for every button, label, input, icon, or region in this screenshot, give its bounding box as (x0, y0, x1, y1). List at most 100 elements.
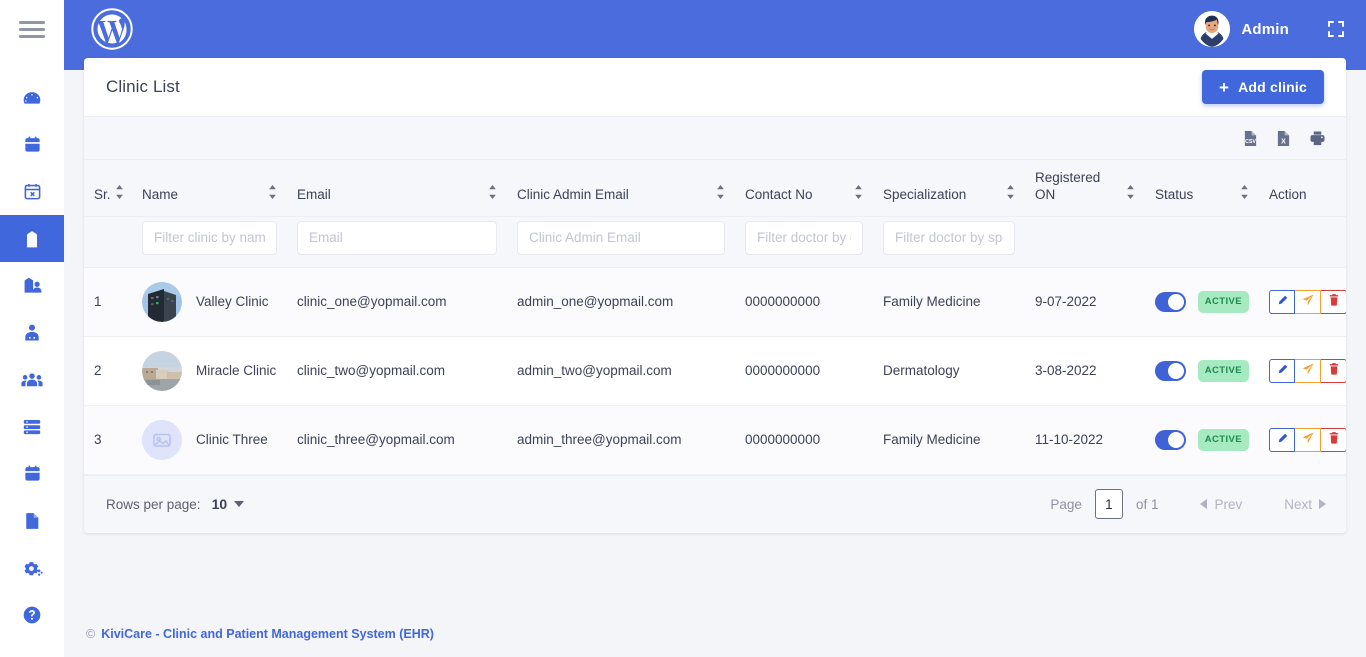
export-csv-icon[interactable]: CSV (1243, 130, 1258, 147)
clinic-name: Miracle Clinic (196, 362, 277, 378)
table-toolbar: CSV X (84, 116, 1346, 160)
send-button[interactable] (1295, 427, 1321, 452)
sidebar-item-help[interactable] (0, 591, 64, 638)
col-label: Clinic Admin Email (517, 186, 629, 202)
print-icon[interactable] (1309, 130, 1326, 147)
prev-page-button[interactable]: Prev (1200, 497, 1242, 512)
paper-plane-icon (1302, 292, 1314, 312)
status-toggle[interactable] (1155, 291, 1186, 312)
filter-cell-registered-on (1025, 216, 1145, 268)
col-header-specialization[interactable]: Specialization (873, 160, 1025, 217)
hamburger-menu-button[interactable] (0, 0, 64, 58)
filter-name-input[interactable] (142, 220, 277, 255)
cell-registered-on: 11-10-2022 (1025, 405, 1145, 475)
content-area: Clinic List + Add clinic CSV X Sr. Name … (64, 58, 1366, 611)
status-badge: ACTIVE (1197, 359, 1249, 382)
chevron-down-icon (234, 501, 245, 508)
edit-button[interactable] (1269, 358, 1295, 383)
filter-cell-status (1145, 216, 1259, 268)
rows-per-page-select[interactable]: 10 (212, 496, 245, 512)
paper-plane-icon (1302, 361, 1314, 381)
sidebar-item-reports[interactable] (0, 497, 64, 544)
add-clinic-button[interactable]: + Add clinic (1201, 70, 1324, 104)
cell-email: clinic_one@yopmail.com (287, 267, 507, 337)
sidebar-item-patients[interactable] (0, 356, 64, 403)
col-label: Action (1269, 186, 1307, 202)
edit-button[interactable] (1269, 427, 1295, 452)
user-name: Admin (1241, 20, 1289, 38)
col-label: Sr. (94, 186, 111, 202)
footer-link[interactable]: KiviCare - Clinic and Patient Management… (101, 627, 434, 641)
export-excel-icon[interactable]: X (1276, 130, 1291, 147)
next-page-button[interactable]: Next (1284, 497, 1326, 512)
cell-clinic-admin-email: admin_three@yopmail.com (507, 405, 735, 475)
status-toggle[interactable] (1155, 429, 1186, 450)
fullscreen-icon[interactable] (1326, 19, 1346, 39)
sidebar-item-services[interactable] (0, 403, 64, 450)
cell-contact-no: 0000000000 (735, 405, 873, 475)
clinic-name: Valley Clinic (196, 293, 269, 309)
avatar (1194, 11, 1231, 47)
paper-plane-icon (1302, 430, 1314, 450)
col-header-status[interactable]: Status (1145, 160, 1259, 217)
col-header-sr[interactable]: Sr. (84, 160, 132, 217)
cell-contact-no: 0000000000 (735, 267, 873, 337)
table-row: 2 Miracle Clinic clinic_two@yopmail.com … (84, 336, 1346, 406)
clinic-admin-icon (22, 276, 43, 295)
edit-button[interactable] (1269, 289, 1295, 314)
col-header-name[interactable]: Name (132, 160, 287, 217)
page-number-input[interactable] (1094, 489, 1123, 520)
send-button[interactable] (1295, 358, 1321, 383)
rows-per-page-label: Rows per page: (106, 496, 201, 512)
sidebar-item-appointments[interactable] (0, 121, 64, 168)
sort-icon (1240, 184, 1249, 202)
col-header-registered-on[interactable]: Registered ON (1025, 160, 1145, 217)
sidebar-item-dashboard[interactable] (0, 74, 64, 121)
filter-specialization-input[interactable] (883, 220, 1015, 255)
cell-sr: 2 (84, 336, 132, 406)
status-toggle[interactable] (1155, 360, 1186, 381)
sidebar-item-settings[interactable] (0, 544, 64, 591)
action-group (1269, 358, 1346, 383)
user-menu[interactable]: Admin (1194, 11, 1346, 47)
table-body: 1 Valley Clinic clinic_one@yopmail.com a… (84, 267, 1346, 475)
settings-gears-icon (22, 558, 43, 578)
svg-text:X: X (1281, 138, 1286, 145)
clinic-table: Sr. Name Email Clinic Admin Email Contac… (84, 160, 1346, 475)
filter-clinic-admin-email-input[interactable] (517, 220, 725, 255)
clinic-building-icon (22, 229, 42, 249)
sidebar-item-clinic-admin[interactable] (0, 262, 64, 309)
app-root: Admin Clinic List + Add clinic CSV X Sr.… (0, 0, 1366, 657)
filter-cell-contact-no (735, 216, 873, 268)
filter-contact-no-input[interactable] (745, 220, 863, 255)
filter-cell-clinic-admin-email (507, 216, 735, 268)
hamburger-menu-icon (19, 17, 45, 42)
delete-button[interactable] (1321, 289, 1346, 314)
delete-button[interactable] (1321, 358, 1346, 383)
doctor-icon (22, 323, 42, 343)
patients-icon (21, 370, 43, 390)
sort-icon (488, 184, 497, 202)
filter-email-input[interactable] (297, 220, 497, 255)
dashboard-icon (22, 88, 42, 108)
col-header-contact-no[interactable]: Contact No (735, 160, 873, 217)
chevron-left-icon (1200, 499, 1208, 510)
wordpress-logo[interactable] (90, 7, 134, 51)
col-header-clinic-admin-email[interactable]: Clinic Admin Email (507, 160, 735, 217)
sidebar-item-clinic[interactable] (0, 215, 64, 262)
col-label: Registered ON (1035, 170, 1101, 202)
page-footer: © KiviCare - Clinic and Patient Manageme… (64, 611, 1366, 657)
page-label: Page (1050, 496, 1082, 512)
sidebar-item-cancelled-appointments[interactable] (0, 168, 64, 215)
col-header-action[interactable]: Action (1259, 160, 1346, 217)
calendar-cancel-icon (23, 182, 42, 201)
pencil-icon (1277, 430, 1288, 450)
sidebar-item-doctor[interactable] (0, 309, 64, 356)
table-footer: Rows per page: 10 Page of 1 (84, 474, 1346, 533)
sidebar-item-holidays[interactable] (0, 450, 64, 497)
col-header-email[interactable]: Email (287, 160, 507, 217)
send-button[interactable] (1295, 289, 1321, 314)
delete-button[interactable] (1321, 427, 1346, 452)
cell-specialization: Family Medicine (873, 267, 1025, 337)
sidebar (0, 0, 64, 657)
